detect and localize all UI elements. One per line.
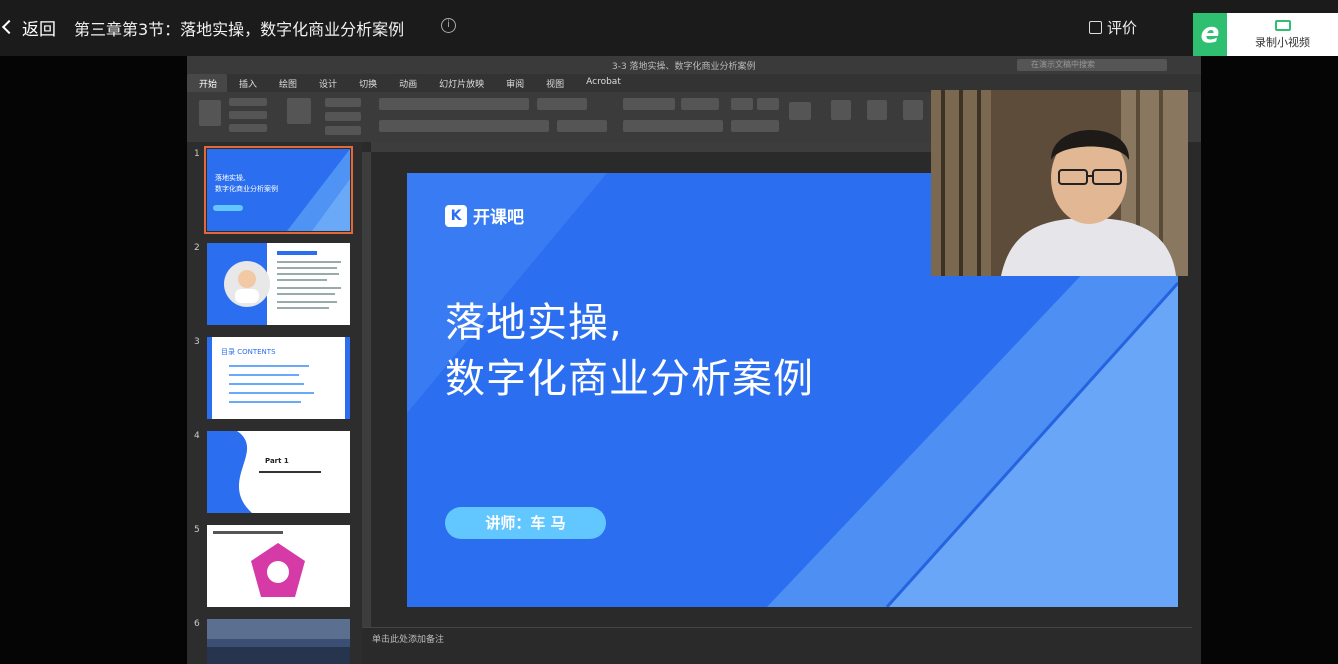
edit-icon <box>1089 21 1102 34</box>
font-style-buttons[interactable] <box>379 120 549 132</box>
logo-text: 开课吧 <box>473 208 524 228</box>
copy-button[interactable] <box>229 111 267 119</box>
headline-line-1: 落地实操, <box>445 300 623 346</box>
cut-button[interactable] <box>229 98 267 106</box>
bullets-button[interactable] <box>623 98 675 110</box>
brand-logo: e <box>1193 13 1227 56</box>
headline-line-2: 数字化商业分析案例 <box>445 356 814 402</box>
paste-button[interactable] <box>199 100 221 126</box>
back-label: 返回 <box>22 19 56 40</box>
columns-button[interactable] <box>731 98 753 110</box>
textbox-button[interactable] <box>903 100 923 120</box>
text-align-button[interactable] <box>731 120 779 132</box>
format-button[interactable] <box>229 124 267 132</box>
font-size-select[interactable] <box>537 98 587 110</box>
kaikeba-logo: K 开课吧 <box>445 203 524 228</box>
new-slide-button[interactable] <box>287 98 311 124</box>
slide-thumb-1[interactable]: 落地实操, 数字化商业分析案例 <box>204 146 353 234</box>
slide-number: 1 <box>194 149 200 159</box>
tab-review[interactable]: 审阅 <box>494 74 534 92</box>
thumb1-line2: 数字化商业分析案例 <box>215 185 278 193</box>
instructor-webcam <box>931 90 1188 276</box>
slide-number: 3 <box>194 337 200 347</box>
tab-view[interactable]: 视图 <box>534 74 574 92</box>
notes-field[interactable]: 单击此处添加备注 <box>362 627 1192 657</box>
slide-thumb-5[interactable] <box>207 525 350 607</box>
tab-home[interactable]: 开始 <box>187 74 228 92</box>
direction-button[interactable] <box>757 98 779 110</box>
logo-icon: K <box>445 204 467 227</box>
info-icon[interactable]: i <box>441 18 456 33</box>
vertical-ruler <box>362 152 371 627</box>
search-input[interactable]: 在演示文稿中搜索 <box>1017 59 1167 71</box>
chevron-left-icon <box>1 19 17 35</box>
thumb4-part: Part 1 <box>265 457 289 465</box>
course-title: 第三章第3节：落地实操，数字化商业分析案例 <box>74 20 405 39</box>
slide-number: 2 <box>194 243 200 253</box>
section-button[interactable] <box>325 126 361 135</box>
record-label: 录制小视频 <box>1255 35 1310 49</box>
file-title: 3-3 落地实操、数字化商业分析案例 <box>612 62 756 72</box>
tab-acrobat[interactable]: Acrobat <box>574 74 631 92</box>
font-color-button[interactable] <box>557 120 607 132</box>
slide-number: 4 <box>194 431 200 441</box>
thumb3-title: 目录 CONTENTS <box>221 348 276 356</box>
review-button[interactable]: 评价 <box>1089 17 1137 38</box>
slide-thumbnails-panel: 1 落地实操, 数字化商业分析案例 2 3 目录 CONTENTS 4 Part… <box>187 142 362 664</box>
slide-thumb-2[interactable] <box>207 243 350 325</box>
tab-transitions[interactable]: 切换 <box>347 74 387 92</box>
ppt-titlebar: 3-3 落地实操、数字化商业分析案例 在演示文稿中搜索 <box>187 56 1201 74</box>
webcam-image <box>931 90 1188 276</box>
slide-number: 6 <box>194 619 200 629</box>
layout-button[interactable] <box>325 98 361 107</box>
thumb2-shapes <box>207 243 341 325</box>
slide-number: 5 <box>194 525 200 535</box>
record-video-button[interactable]: 录制小视频 <box>1227 13 1338 56</box>
slide-thumb-3[interactable]: 目录 CONTENTS <box>207 337 350 419</box>
thumb1-text: 落地实操, 数字化商业分析案例 <box>215 173 278 195</box>
picture-button[interactable] <box>831 100 851 120</box>
tab-animations[interactable]: 动画 <box>387 74 427 92</box>
back-button[interactable]: 返回 <box>0 14 56 40</box>
shared-screen-powerpoint: 3-3 落地实操、数字化商业分析案例 在演示文稿中搜索 开始 插入 绘图 设计 … <box>187 56 1201 664</box>
lecturer-badge: 讲师：车 马 <box>445 507 606 539</box>
align-buttons[interactable] <box>623 120 723 132</box>
slide-headline: 落地实操, 数字化商业分析案例 <box>445 295 814 407</box>
screen: 返回 第三章第3节：落地实操，数字化商业分析案例 i 评价 e 录制小视频 3-… <box>0 0 1338 664</box>
thumb6-shapes <box>207 619 350 664</box>
review-label: 评价 <box>1107 19 1138 37</box>
brand-panel: e 录制小视频 <box>1193 13 1338 56</box>
reset-button[interactable] <box>325 112 361 121</box>
tab-draw[interactable]: 绘图 <box>267 74 307 92</box>
video-record-icon <box>1274 19 1291 31</box>
thumb5-shapes <box>213 531 305 597</box>
thumb1-line1: 落地实操, <box>215 174 246 182</box>
top-bar: 返回 第三章第3节：落地实操，数字化商业分析案例 i 评价 e 录制小视频 <box>0 0 1338 56</box>
thumb4-shapes <box>237 431 350 513</box>
tab-design[interactable]: 设计 <box>307 74 347 92</box>
tab-insert[interactable]: 插入 <box>227 74 267 92</box>
tab-slideshow[interactable]: 幻灯片放映 <box>427 74 494 92</box>
slide-thumb-6[interactable] <box>207 619 350 664</box>
slide-thumb-4[interactable]: Part 1 <box>207 431 350 513</box>
font-family-select[interactable] <box>379 98 529 110</box>
smartart-button[interactable] <box>789 102 811 120</box>
shapes-button[interactable] <box>867 100 887 120</box>
indent-buttons[interactable] <box>681 98 719 110</box>
